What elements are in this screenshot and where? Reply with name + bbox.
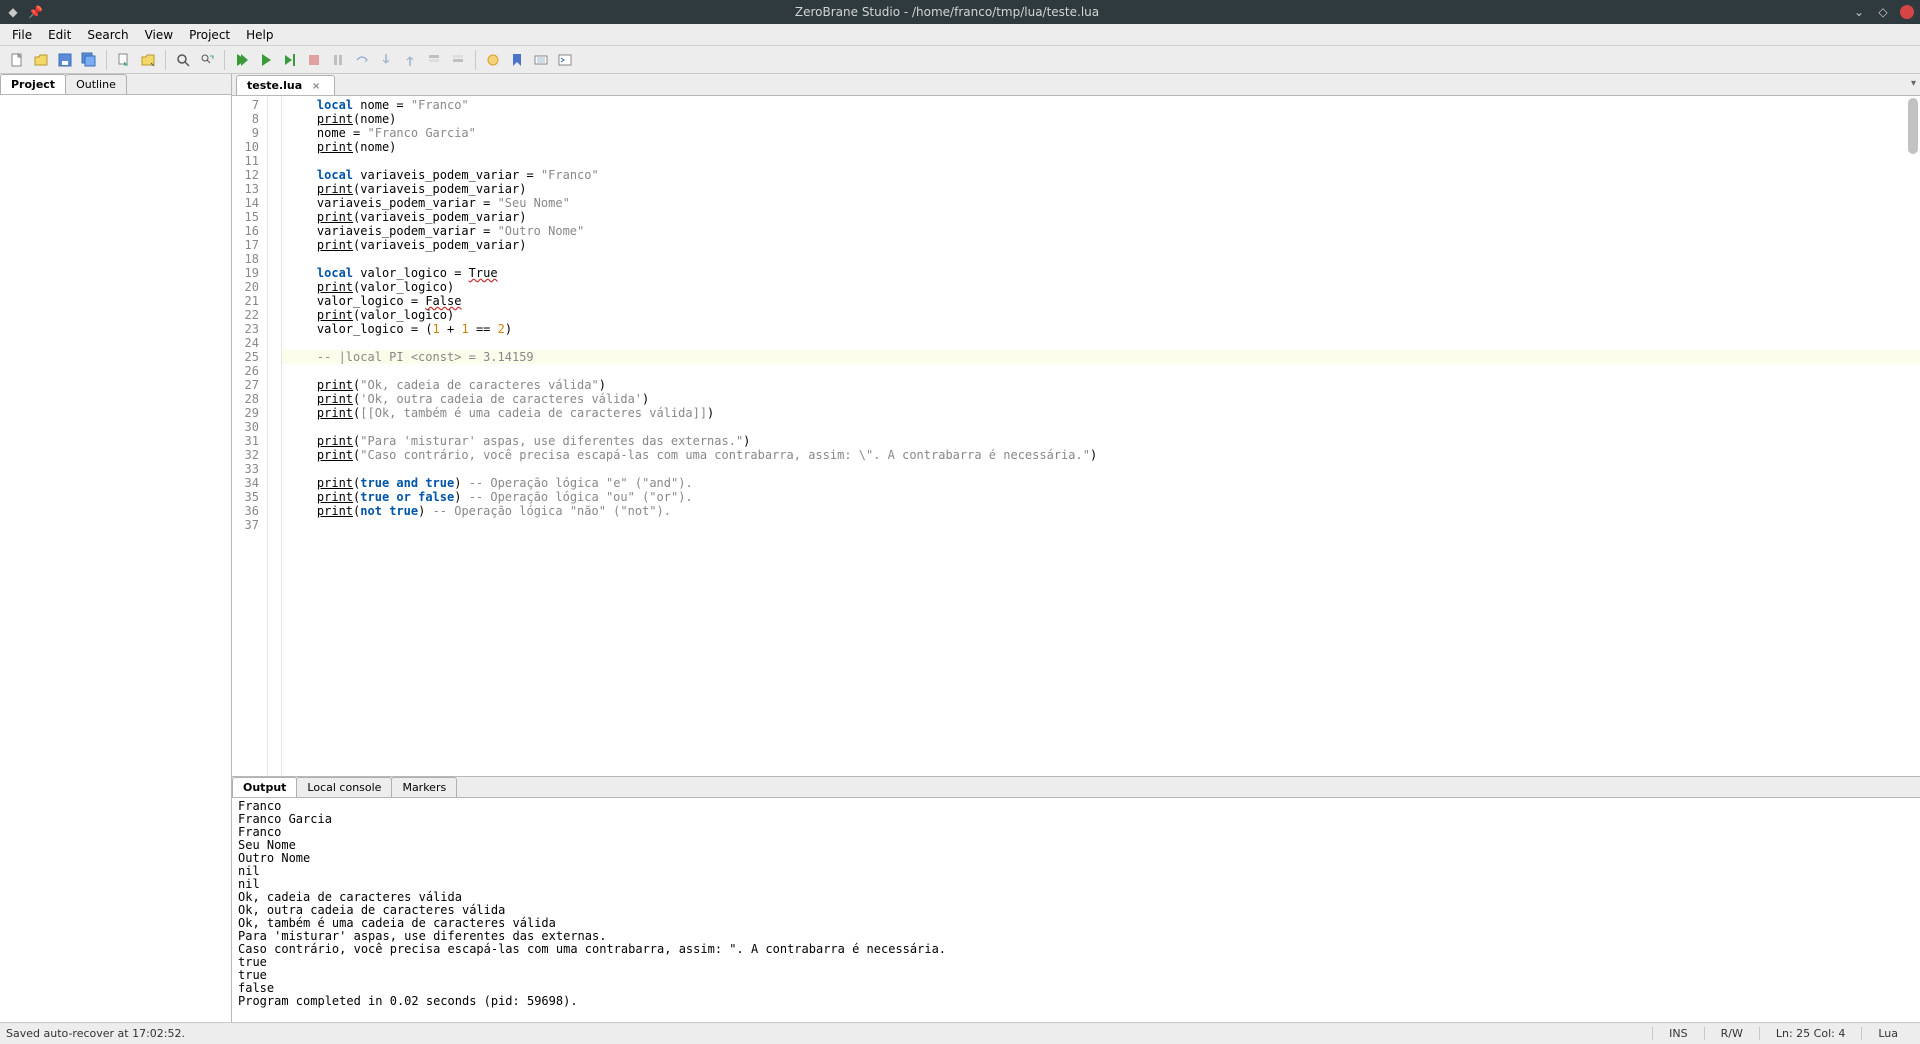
fold-column[interactable] bbox=[268, 96, 282, 776]
menu-file[interactable]: File bbox=[4, 26, 40, 44]
sidebar: Project Outline bbox=[0, 74, 232, 1022]
pin-icon[interactable]: 📌 bbox=[28, 5, 42, 19]
menu-help[interactable]: Help bbox=[238, 26, 281, 44]
menubar: File Edit Search View Project Help bbox=[0, 24, 1920, 46]
status-lang: Lua bbox=[1861, 1027, 1914, 1040]
maximize-icon[interactable]: ◇ bbox=[1876, 5, 1890, 19]
bottom-tab-markers[interactable]: Markers bbox=[391, 777, 457, 797]
sidebar-tabs: Project Outline bbox=[0, 74, 231, 95]
window-title: ZeroBrane Studio - /home/franco/tmp/lua/… bbox=[42, 5, 1852, 19]
status-ins: INS bbox=[1652, 1027, 1703, 1040]
sidebar-body[interactable] bbox=[0, 95, 231, 1022]
file-save-all-icon[interactable] bbox=[78, 49, 100, 71]
run-to-cursor-icon[interactable] bbox=[279, 49, 301, 71]
file-save-icon[interactable] bbox=[54, 49, 76, 71]
file-new-icon[interactable] bbox=[6, 49, 28, 71]
bottom-panel: Output Local console Markers Franco Fran… bbox=[232, 776, 1920, 1022]
editor-scrollbar[interactable] bbox=[1908, 98, 1918, 154]
toolbar bbox=[0, 46, 1920, 74]
status-message: Saved auto-recover at 17:02:52. bbox=[6, 1027, 1652, 1040]
menu-edit[interactable]: Edit bbox=[40, 26, 79, 44]
editor-area: teste.lua × ▾ 78910111213141516171819202… bbox=[232, 74, 1920, 1022]
code-editor[interactable]: 7891011121314151617181920212223242526272… bbox=[232, 96, 1920, 776]
editor-tab-label: teste.lua bbox=[247, 79, 302, 92]
bottom-tabs: Output Local console Markers bbox=[232, 777, 1920, 798]
step-into-icon[interactable] bbox=[375, 49, 397, 71]
breakpoint-toggle-icon[interactable] bbox=[482, 49, 504, 71]
app-menu-icon[interactable]: ◆ bbox=[6, 5, 20, 19]
tab-dropdown-icon[interactable]: ▾ bbox=[1911, 78, 1916, 89]
status-rw: R/W bbox=[1704, 1027, 1759, 1040]
editor-tab-teste[interactable]: teste.lua × bbox=[236, 75, 335, 95]
replace-icon[interactable] bbox=[196, 49, 218, 71]
run-icon[interactable] bbox=[231, 49, 253, 71]
statusbar: Saved auto-recover at 17:02:52. INS R/W … bbox=[0, 1022, 1920, 1044]
bookmark-icon[interactable] bbox=[506, 49, 528, 71]
output-console[interactable]: Franco Franco Garcia Franco Seu Nome Out… bbox=[232, 798, 1920, 1022]
sidebar-tab-project[interactable]: Project bbox=[0, 74, 66, 94]
project-from-file-icon[interactable] bbox=[113, 49, 135, 71]
status-pos: Ln: 25 Col: 4 bbox=[1759, 1027, 1861, 1040]
minimize-icon[interactable]: ⌄ bbox=[1852, 5, 1866, 19]
stop-icon[interactable] bbox=[303, 49, 325, 71]
break-icon[interactable] bbox=[327, 49, 349, 71]
line-number-gutter: 7891011121314151617181920212223242526272… bbox=[232, 96, 268, 776]
step-over-icon[interactable] bbox=[351, 49, 373, 71]
bottom-tab-output[interactable]: Output bbox=[232, 777, 297, 797]
debug-icon[interactable] bbox=[255, 49, 277, 71]
stack-down-icon[interactable] bbox=[447, 49, 469, 71]
menu-view[interactable]: View bbox=[137, 26, 181, 44]
main-area: Project Outline teste.lua × ▾ 7891011121… bbox=[0, 74, 1920, 1022]
editor-tabs: teste.lua × ▾ bbox=[232, 74, 1920, 96]
window-titlebar: ◆ 📌 ZeroBrane Studio - /home/franco/tmp/… bbox=[0, 0, 1920, 24]
watch-icon[interactable] bbox=[530, 49, 552, 71]
code-lines[interactable]: local nome = "Franco" print(nome) nome =… bbox=[282, 96, 1920, 776]
stack-up-icon[interactable] bbox=[423, 49, 445, 71]
step-out-icon[interactable] bbox=[399, 49, 421, 71]
project-open-icon[interactable] bbox=[137, 49, 159, 71]
console-icon[interactable] bbox=[554, 49, 576, 71]
menu-search[interactable]: Search bbox=[79, 26, 136, 44]
close-icon[interactable] bbox=[1900, 5, 1914, 19]
sidebar-tab-outline[interactable]: Outline bbox=[65, 74, 127, 94]
file-open-icon[interactable] bbox=[30, 49, 52, 71]
menu-project[interactable]: Project bbox=[181, 26, 238, 44]
bottom-tab-console[interactable]: Local console bbox=[296, 777, 392, 797]
find-icon[interactable] bbox=[172, 49, 194, 71]
close-tab-icon[interactable]: × bbox=[312, 81, 320, 92]
